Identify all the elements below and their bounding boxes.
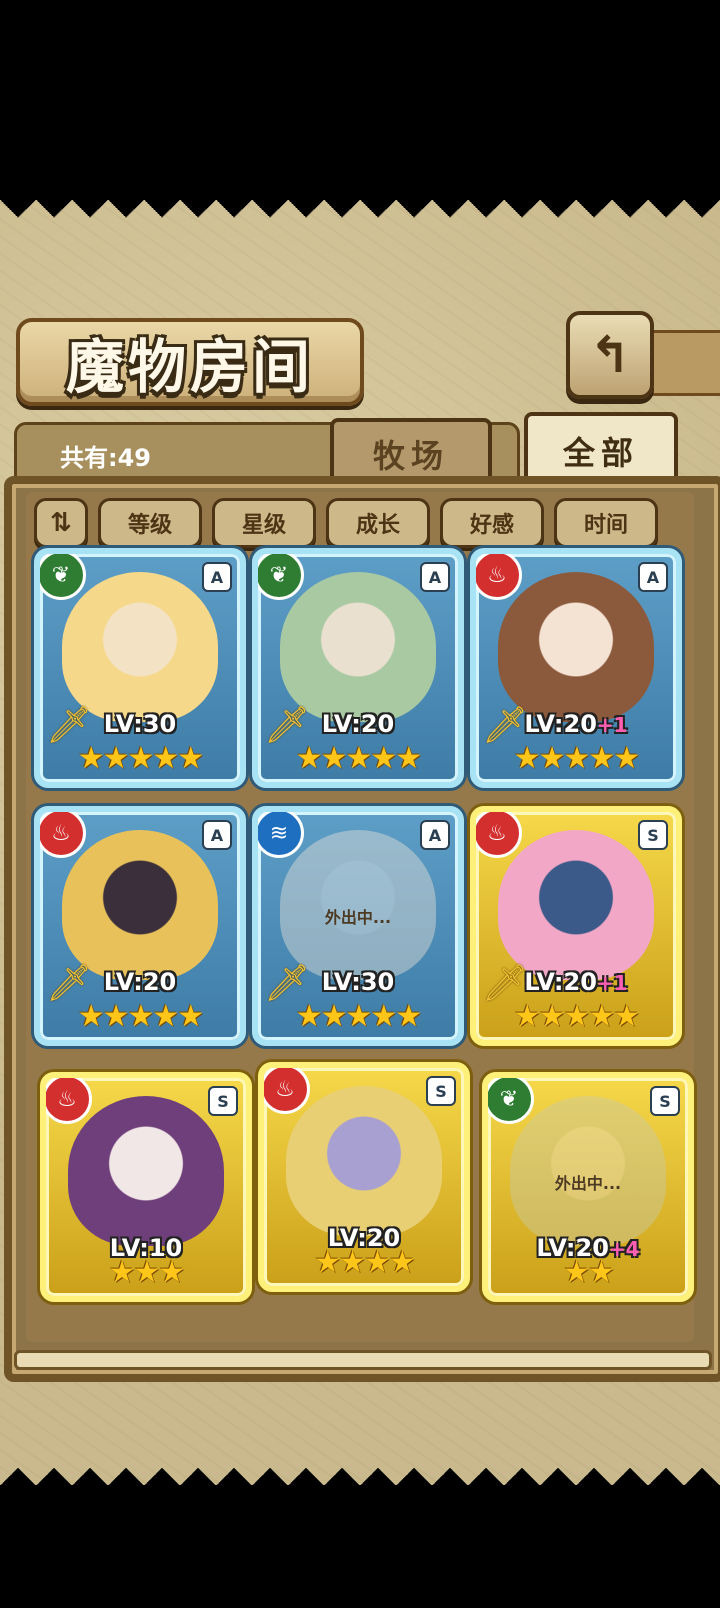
monster-card[interactable]: ❦ S 外出中... LV:20+4 ★★ [482,1072,694,1302]
level-value: LV:20 [524,968,597,996]
monster-portrait [68,1096,224,1246]
star-rating: ★★★★★ [295,741,422,776]
star-rating: ★★★★★ [77,741,204,776]
level-label: LV:20+1 [476,968,676,996]
grade-badge: S [208,1086,238,1116]
level-value: LV:30 [321,968,395,996]
grade-badge: S [426,1076,456,1106]
level-label: LV:20+1 [476,710,676,738]
fire-element-icon: ♨ [40,812,86,858]
monster-card[interactable]: ♨ A 🗡 LV:20 ★★★★★ [34,806,246,1046]
grass-element-icon: ❦ [258,554,304,600]
monster-portrait [62,830,218,980]
away-status: 外出中... [554,1174,622,1193]
sort-order-button[interactable]: ⇅ [34,498,88,548]
level-value: LV:20 [524,710,597,738]
torn-edge-top [0,200,720,234]
grade-badge: A [420,562,450,592]
star-rating: ★★★★★ [77,999,204,1034]
monster-portrait [498,830,654,980]
monster-count: 共有:49 [60,444,151,472]
tab-all[interactable]: 全部 [524,412,678,486]
sort-icon: ⇅ [50,508,72,538]
page-title: 魔物房间 [65,333,314,401]
filter-time-button[interactable]: 时间 [554,498,658,548]
water-element-icon: ≋ [258,812,304,858]
level-label: LV:20 [258,710,458,738]
fire-element-icon: ♨ [46,1078,92,1124]
level-value: LV:20 [321,710,395,738]
monster-card[interactable]: ❦ A 🗡 LV:30 ★★★★★ [34,548,246,788]
grade-badge: A [638,562,668,592]
monster-card[interactable]: ❦ A 🗡 LV:20 ★★★★★ [252,548,464,788]
grade-badge: A [202,562,232,592]
monster-card[interactable]: ♨ A 🗡 LV:20+1 ★★★★★ [470,548,682,788]
monster-portrait [286,1086,442,1236]
star-rating: ★★★★ [314,1245,416,1280]
torn-edge-bottom [0,1450,720,1486]
level-value: LV:20 [103,968,177,996]
grade-badge: S [650,1086,680,1116]
grass-element-icon: ❦ [40,554,86,600]
level-bonus: +1 [596,713,628,737]
monster-portrait [280,572,436,722]
back-button[interactable]: ↰ [566,311,654,399]
monster-card[interactable]: ≋ A 🗡 外出中... LV:30 ★★★★★ [252,806,464,1046]
level-value: LV:30 [103,710,177,738]
monster-card[interactable]: ♨ S LV:20 ★★★★ [258,1062,470,1292]
monster-card[interactable]: ♨ S LV:10 ★★★ [40,1072,252,1302]
grade-badge: S [638,820,668,850]
monster-portrait [62,572,218,722]
filter-level-button[interactable]: 等级 [98,498,202,548]
filter-affection-button[interactable]: 好感 [440,498,544,548]
fire-element-icon: ♨ [476,554,522,600]
level-bonus: +1 [596,971,628,995]
title-plate: 魔物房间 [16,318,364,406]
monster-portrait [498,572,654,722]
bottom-divider [14,1350,712,1370]
away-status: 外出中... [324,908,392,927]
fire-element-icon: ♨ [264,1068,310,1114]
star-rating: ★★★ [108,1255,186,1290]
star-rating: ★★★★★ [295,999,422,1034]
star-rating: ★★★★★ [513,741,640,776]
filter-star-button[interactable]: 星级 [212,498,316,548]
grade-badge: A [420,820,450,850]
back-arrow-icon: ↰ [589,326,631,384]
fire-element-icon: ♨ [476,812,522,858]
level-label: LV:20 [40,968,240,996]
star-rating: ★★ [563,1255,615,1290]
filter-growth-button[interactable]: 成长 [326,498,430,548]
grass-element-icon: ❦ [488,1078,534,1124]
grade-badge: A [202,820,232,850]
star-rating: ★★★★★ [513,999,640,1034]
monster-card[interactable]: ♨ S 🗡 LV:20+1 ★★★★★ [470,806,682,1046]
level-label: LV:30 [40,710,240,738]
level-label: LV:30 [258,968,458,996]
